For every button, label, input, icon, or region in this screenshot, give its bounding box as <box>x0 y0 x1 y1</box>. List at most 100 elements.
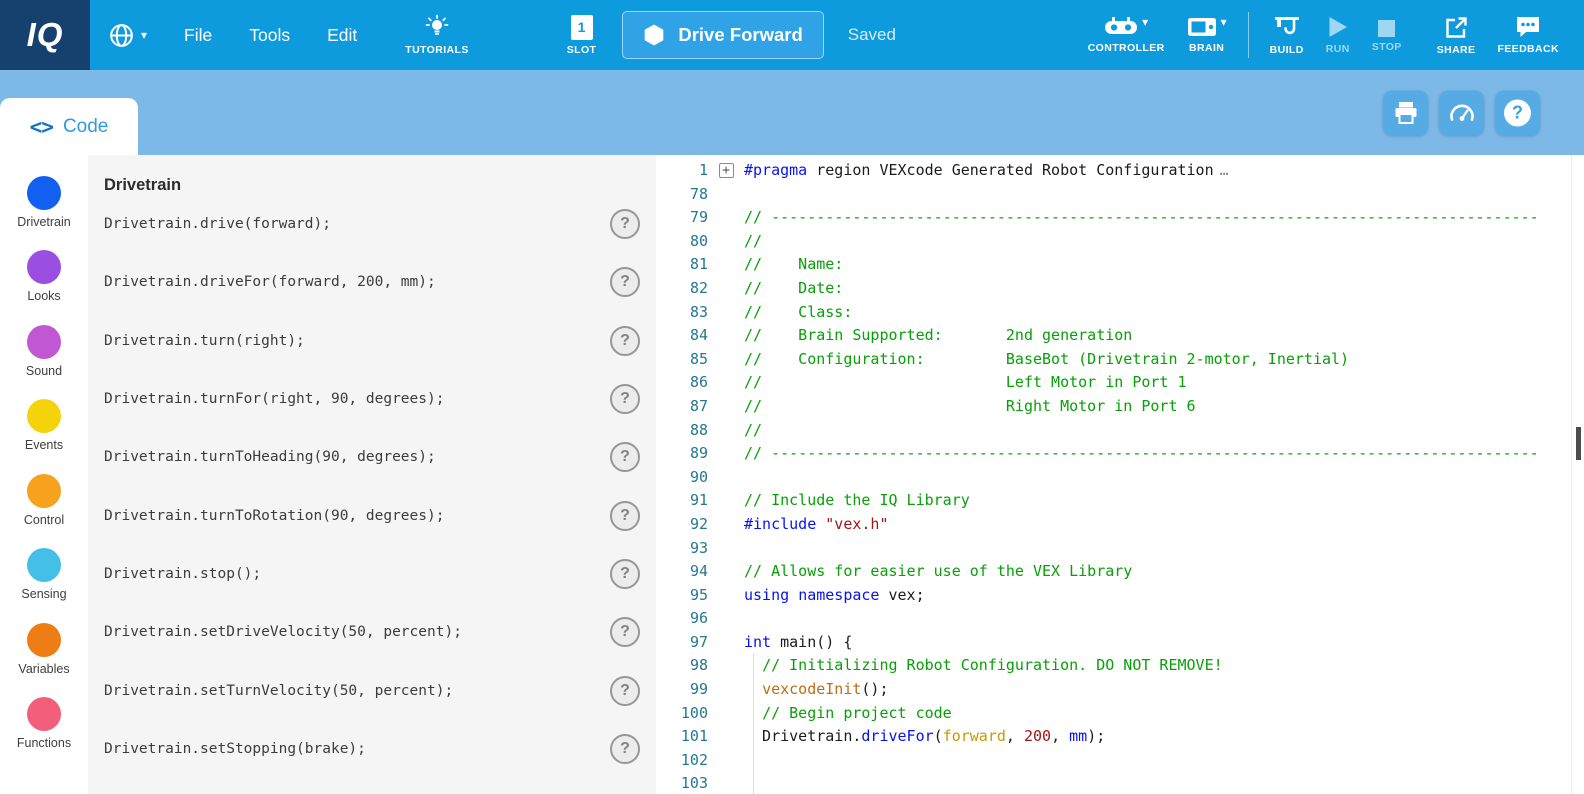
feedback-button[interactable]: FEEDBACK <box>1497 15 1559 55</box>
line-number: 97 <box>656 631 708 655</box>
command-snippet[interactable]: Drivetrain.setTurnVelocity(50, percent); <box>104 683 453 699</box>
command-help-button[interactable]: ? <box>610 559 640 589</box>
line-number: 92 <box>656 513 708 537</box>
sidebar-item-sensing[interactable]: Sensing <box>0 538 88 613</box>
command-help-button[interactable]: ? <box>610 326 640 356</box>
code-text: // -------------------------------------… <box>744 206 1584 230</box>
sidebar-item-looks[interactable]: Looks <box>0 240 88 315</box>
stop-label: STOP <box>1372 41 1402 53</box>
code-text: // Name: <box>744 253 1584 277</box>
line-number: 91 <box>656 489 708 513</box>
code-line: 82 // Date: <box>656 277 1584 301</box>
controller-icon <box>1104 16 1138 38</box>
command-snippet[interactable]: Drivetrain.driveFor(forward, 200, mm); <box>104 274 436 290</box>
gauge-icon <box>1448 100 1476 126</box>
fold-toggle-icon[interactable]: + <box>719 163 734 178</box>
command-help-button[interactable]: ? <box>610 676 640 706</box>
language-selector[interactable]: ▾ <box>108 22 147 49</box>
command-snippet[interactable]: Drivetrain.turnToHeading(90, degrees); <box>104 449 436 465</box>
command-snippet[interactable]: Drivetrain.turnFor(right, 90, degrees); <box>104 391 444 407</box>
command-help-button[interactable]: ? <box>610 617 640 647</box>
tutorials-label: TUTORIALS <box>405 44 469 56</box>
command-help-button[interactable]: ? <box>610 734 640 764</box>
fold-column <box>708 560 744 584</box>
dashboard-button[interactable] <box>1439 90 1484 135</box>
category-label: Control <box>24 513 64 527</box>
command-row: Drivetrain.drive(forward); ? <box>104 195 640 253</box>
tab-code[interactable]: <> Code <box>0 98 138 155</box>
command-row: Drivetrain.setStopping(brake); ? <box>104 720 640 778</box>
build-button[interactable]: BUILD <box>1270 14 1304 56</box>
command-snippet[interactable]: Drivetrain.drive(forward); <box>104 216 331 232</box>
sidebar-item-variables[interactable]: Variables <box>0 612 88 687</box>
fold-column <box>708 537 744 561</box>
editor-scrollbar[interactable] <box>1571 155 1584 794</box>
help-button[interactable]: ? <box>1495 90 1540 135</box>
code-line: 100 // Begin project code <box>656 702 1584 726</box>
command-snippet[interactable]: Drivetrain.stop(); <box>104 566 261 582</box>
code-line: 85 // Configuration: BaseBot (Drivetrain… <box>656 348 1584 372</box>
sidebar-item-events[interactable]: Events <box>0 389 88 464</box>
menu-edit[interactable]: Edit <box>327 25 357 46</box>
category-color-icon <box>27 176 61 210</box>
controller-label: CONTROLLER <box>1088 42 1165 54</box>
brain-label: BRAIN <box>1189 42 1224 54</box>
command-panel: Drivetrain Drivetrain.drive(forward); ? … <box>88 155 656 794</box>
slot-button[interactable]: 1 SLOT <box>567 15 597 56</box>
fold-column <box>708 749 744 773</box>
command-row: Drivetrain.turnToRotation(90, degrees); … <box>104 486 640 544</box>
print-console-button[interactable] <box>1383 90 1428 135</box>
stop-button[interactable]: STOP <box>1372 17 1402 53</box>
share-button[interactable]: SHARE <box>1437 15 1476 56</box>
slot-label: SLOT <box>567 44 597 56</box>
code-text: // <box>744 230 1584 254</box>
command-help-button[interactable]: ? <box>610 209 640 239</box>
command-snippet[interactable]: Drivetrain.turnToRotation(90, degrees); <box>104 508 444 524</box>
controller-button[interactable]: ▾ CONTROLLER <box>1088 16 1165 54</box>
code-text: // Right Motor in Port 6 <box>744 395 1584 419</box>
code-text <box>744 772 1584 794</box>
printer-icon <box>1393 100 1419 126</box>
line-number: 78 <box>656 183 708 207</box>
tutorials-button[interactable]: TUTORIALS <box>405 14 469 56</box>
folded-region-ellipsis[interactable]: … <box>1220 161 1229 179</box>
code-line: 88 // <box>656 419 1584 443</box>
fold-column <box>708 301 744 325</box>
slot-number: 1 <box>578 19 586 35</box>
command-help-button[interactable]: ? <box>610 384 640 414</box>
code-line: 94 // Allows for easier use of the VEX L… <box>656 560 1584 584</box>
command-help-button[interactable]: ? <box>610 442 640 472</box>
code-editor[interactable]: 1 + #pragma region VEXcode Generated Rob… <box>656 155 1584 794</box>
sidebar-item-control[interactable]: Control <box>0 463 88 538</box>
command-help-button[interactable]: ? <box>610 501 640 531</box>
category-label: Drivetrain <box>17 215 71 229</box>
build-label: BUILD <box>1270 44 1304 56</box>
scrollbar-thumb[interactable] <box>1576 427 1581 460</box>
command-snippet[interactable]: Drivetrain.turn(right); <box>104 333 305 349</box>
code-text: // Date: <box>744 277 1584 301</box>
project-name-button[interactable]: Drive Forward <box>622 11 823 59</box>
code-text: // Begin project code <box>744 702 1584 726</box>
sidebar-item-drivetrain[interactable]: Drivetrain <box>0 165 88 240</box>
fold-column <box>708 183 744 207</box>
code-line: 87 // Right Motor in Port 6 <box>656 395 1584 419</box>
brain-button[interactable]: ▾ BRAIN <box>1187 16 1227 54</box>
code-line: 1 + #pragma region VEXcode Generated Rob… <box>656 159 1584 183</box>
code-text: // Allows for easier use of the VEX Libr… <box>744 560 1584 584</box>
line-number: 79 <box>656 206 708 230</box>
menu-tools[interactable]: Tools <box>249 25 290 46</box>
feedback-label: FEEDBACK <box>1497 43 1559 55</box>
sidebar-item-sound[interactable]: Sound <box>0 314 88 389</box>
line-number: 82 <box>656 277 708 301</box>
command-help-button[interactable]: ? <box>610 267 640 297</box>
iq-logo: IQ <box>0 0 90 70</box>
sidebar-item-functions[interactable]: Functions <box>0 687 88 762</box>
fold-column <box>708 513 744 537</box>
command-snippet[interactable]: Drivetrain.setDriveVelocity(50, percent)… <box>104 624 462 640</box>
command-snippet[interactable]: Drivetrain.setStopping(brake); <box>104 741 366 757</box>
menu-file[interactable]: File <box>184 25 212 46</box>
line-number: 101 <box>656 725 708 749</box>
globe-icon <box>108 22 135 49</box>
run-button[interactable]: RUN <box>1326 15 1350 55</box>
fold-column <box>708 631 744 655</box>
